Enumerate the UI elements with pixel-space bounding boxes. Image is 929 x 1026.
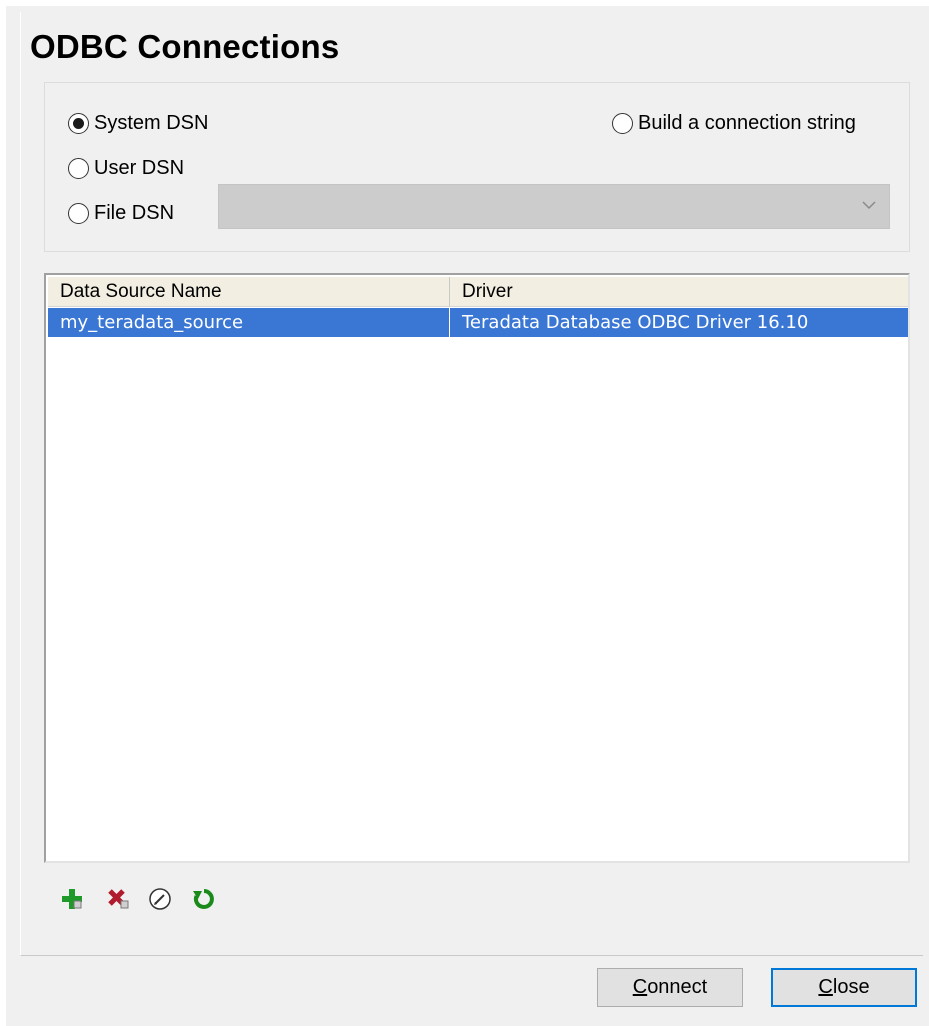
connect-button-label: Connect: [632, 976, 708, 998]
connect-button[interactable]: Connect: [597, 968, 743, 1007]
list-header: Data Source Name Driver: [48, 277, 908, 307]
table-row[interactable]: my_teradata_source Teradata Database ODB…: [48, 308, 908, 337]
cell-driver: Teradata Database ODBC Driver 16.10: [450, 308, 908, 337]
add-icon: [62, 889, 82, 909]
user-dsn-label: User DSN: [94, 157, 185, 179]
page-title: ODBC Connections: [30, 28, 340, 65]
close-button-label: Close: [818, 976, 870, 998]
cell-data-source-name: my_teradata_source: [48, 308, 450, 337]
delete-icon: [108, 889, 129, 909]
edit-icon: [149, 888, 171, 910]
user-dsn-radio[interactable]: User DSN: [68, 157, 184, 180]
radio-circle-icon: [68, 113, 89, 134]
file-dsn-select[interactable]: [218, 184, 890, 229]
delete-button[interactable]: [106, 887, 130, 911]
system-dsn-label: System DSN: [94, 112, 209, 134]
file-dsn-radio[interactable]: File DSN: [68, 202, 174, 225]
system-dsn-radio[interactable]: System DSN: [68, 112, 208, 135]
refresh-button[interactable]: [192, 887, 216, 911]
file-dsn-label: File DSN: [94, 202, 175, 224]
edit-button[interactable]: [148, 887, 172, 911]
radio-circle-icon: [68, 203, 89, 224]
radio-circle-icon: [68, 158, 89, 179]
data-source-list[interactable]: Data Source Name Driver my_teradata_sour…: [44, 273, 910, 863]
build-connection-string-radio[interactable]: Build a connection string: [612, 112, 856, 135]
build-connection-string-label: Build a connection string: [638, 112, 856, 134]
column-header-data-source-name[interactable]: Data Source Name: [48, 277, 450, 307]
close-button[interactable]: Close: [771, 968, 917, 1007]
refresh-icon: [193, 889, 214, 909]
add-button[interactable]: [60, 887, 84, 911]
column-header-driver[interactable]: Driver: [450, 277, 908, 307]
chevron-down-icon: [862, 201, 876, 210]
radio-selected-dot-icon: [73, 118, 84, 129]
radio-circle-icon: [612, 113, 633, 134]
